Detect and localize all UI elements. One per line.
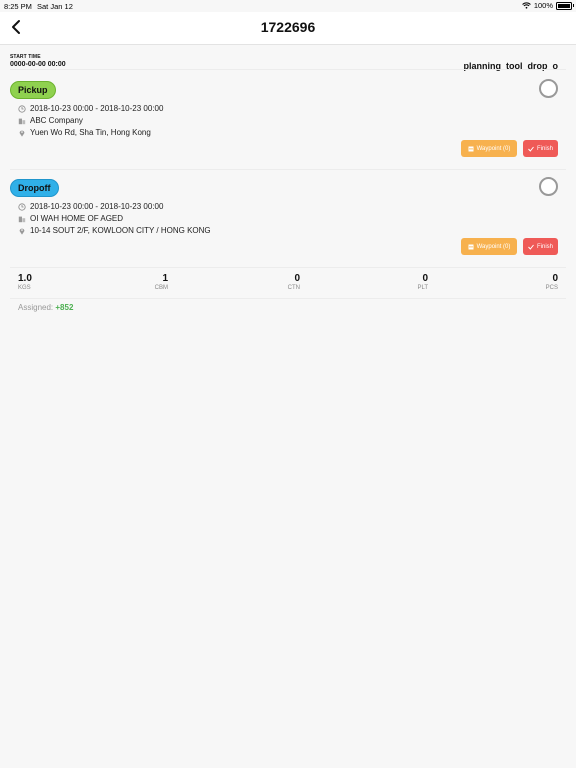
- metric-value: 1.0: [18, 273, 32, 284]
- pickup-complete-radio[interactable]: [539, 79, 558, 98]
- dropoff-complete-radio[interactable]: [539, 177, 558, 196]
- stop-card-pickup: Pickup 2018-10-23 00:00 - 2018-10-23 00:…: [10, 79, 558, 161]
- metrics-row: 1.0 KGS 1 CBM 0 CTN 0 PLT 0 PCS: [18, 273, 558, 297]
- metric-ctn: 0 CTN: [284, 273, 300, 291]
- clock-icon: [18, 202, 26, 211]
- check-icon: [528, 244, 534, 250]
- map-pin-icon: [19, 130, 25, 137]
- finish-label: Finish: [536, 243, 553, 250]
- pickup-address-row: Yuen Wo Rd, Sha Tin, Hong Kong: [18, 128, 151, 137]
- metric-unit: PLT: [417, 285, 428, 291]
- status-bar: 8:25 PM Sat Jan 12 100%: [0, 0, 576, 12]
- metric-pcs: 0 PCS: [546, 273, 558, 291]
- pickup-company-row: ABC Company: [18, 116, 83, 125]
- finish-label: Finish: [536, 145, 553, 152]
- metric-value: 0: [552, 273, 558, 284]
- waypoint-label: Waypoint (0): [476, 145, 511, 152]
- dropoff-badge: Dropoff: [10, 179, 59, 197]
- waypoint-label: Waypoint (0): [476, 243, 511, 250]
- divider: [10, 298, 566, 299]
- page-title: 1722696: [260, 19, 316, 35]
- pickup-waypoint-button[interactable]: Waypoint (0): [461, 140, 517, 157]
- pickup-company: ABC Company: [30, 116, 83, 125]
- check-icon: [528, 146, 534, 152]
- dropoff-address: 10-14 SOUT 2/F, KOWLOON CITY / HONG KONG: [30, 226, 211, 235]
- battery-icon: [556, 1, 574, 10]
- start-time-label: START TIME: [10, 54, 41, 60]
- navigation-bar: 1722696: [0, 12, 576, 45]
- waypoint-icon: [468, 146, 474, 151]
- divider: [10, 169, 566, 170]
- dropoff-company-row: OI WAH HOME OF AGED: [18, 214, 123, 223]
- pickup-address: Yuen Wo Rd, Sha Tin, Hong Kong: [30, 128, 151, 137]
- pickup-finish-button[interactable]: Finish: [523, 140, 558, 157]
- building-icon: [18, 216, 26, 222]
- assigned-phone[interactable]: +852: [55, 303, 73, 312]
- dropoff-waypoint-button[interactable]: Waypoint (0): [461, 238, 517, 255]
- wifi-icon: [522, 2, 531, 9]
- status-time: 8:25 PM: [4, 2, 32, 11]
- dropoff-company: OI WAH HOME OF AGED: [30, 214, 124, 223]
- divider: [10, 267, 566, 268]
- dropoff-time: 2018-10-23 00:00 - 2018-10-23 00:00: [30, 202, 164, 211]
- dropoff-address-row: 10-14 SOUT 2/F, KOWLOON CITY / HONG KONG: [18, 226, 211, 235]
- pickup-time-row: 2018-10-23 00:00 - 2018-10-23 00:00: [18, 104, 163, 113]
- metric-unit: CTN: [287, 285, 300, 291]
- assigned-label: Assigned:: [18, 303, 54, 312]
- metric-cbm: 1 CBM: [152, 273, 168, 291]
- status-date: Sat Jan 12: [37, 2, 73, 11]
- metric-value: 0: [422, 273, 428, 284]
- dropoff-finish-button[interactable]: Finish: [523, 238, 558, 255]
- status-right: 100%: [522, 1, 574, 10]
- divider: [10, 69, 566, 70]
- header-row: START TIME 0000-00-00 00:00 planning_too…: [10, 52, 558, 74]
- metric-kgs: 1.0 KGS: [18, 273, 32, 291]
- main-content: START TIME 0000-00-00 00:00 planning_too…: [0, 45, 576, 768]
- clock-icon: [18, 104, 26, 113]
- stop-card-dropoff: Dropoff 2018-10-23 00:00 - 2018-10-23 00…: [10, 177, 558, 259]
- pickup-time: 2018-10-23 00:00 - 2018-10-23 00:00: [30, 104, 164, 113]
- metric-unit: CBM: [154, 285, 168, 291]
- metric-unit: PCS: [545, 285, 558, 291]
- start-time-value: 0000-00-00 00:00: [10, 61, 66, 68]
- dropoff-time-row: 2018-10-23 00:00 - 2018-10-23 00:00: [18, 202, 163, 211]
- metric-plt: 0 PLT: [414, 273, 428, 291]
- metric-unit: KGS: [18, 285, 31, 291]
- assigned-row: Assigned: +852: [18, 303, 73, 312]
- metric-value: 1: [162, 273, 168, 284]
- metric-value: 0: [294, 273, 300, 284]
- building-icon: [18, 118, 26, 124]
- waypoint-icon: [468, 244, 474, 249]
- pickup-badge: Pickup: [10, 81, 56, 99]
- battery-percent: 100%: [533, 1, 553, 10]
- map-pin-icon: [19, 228, 25, 235]
